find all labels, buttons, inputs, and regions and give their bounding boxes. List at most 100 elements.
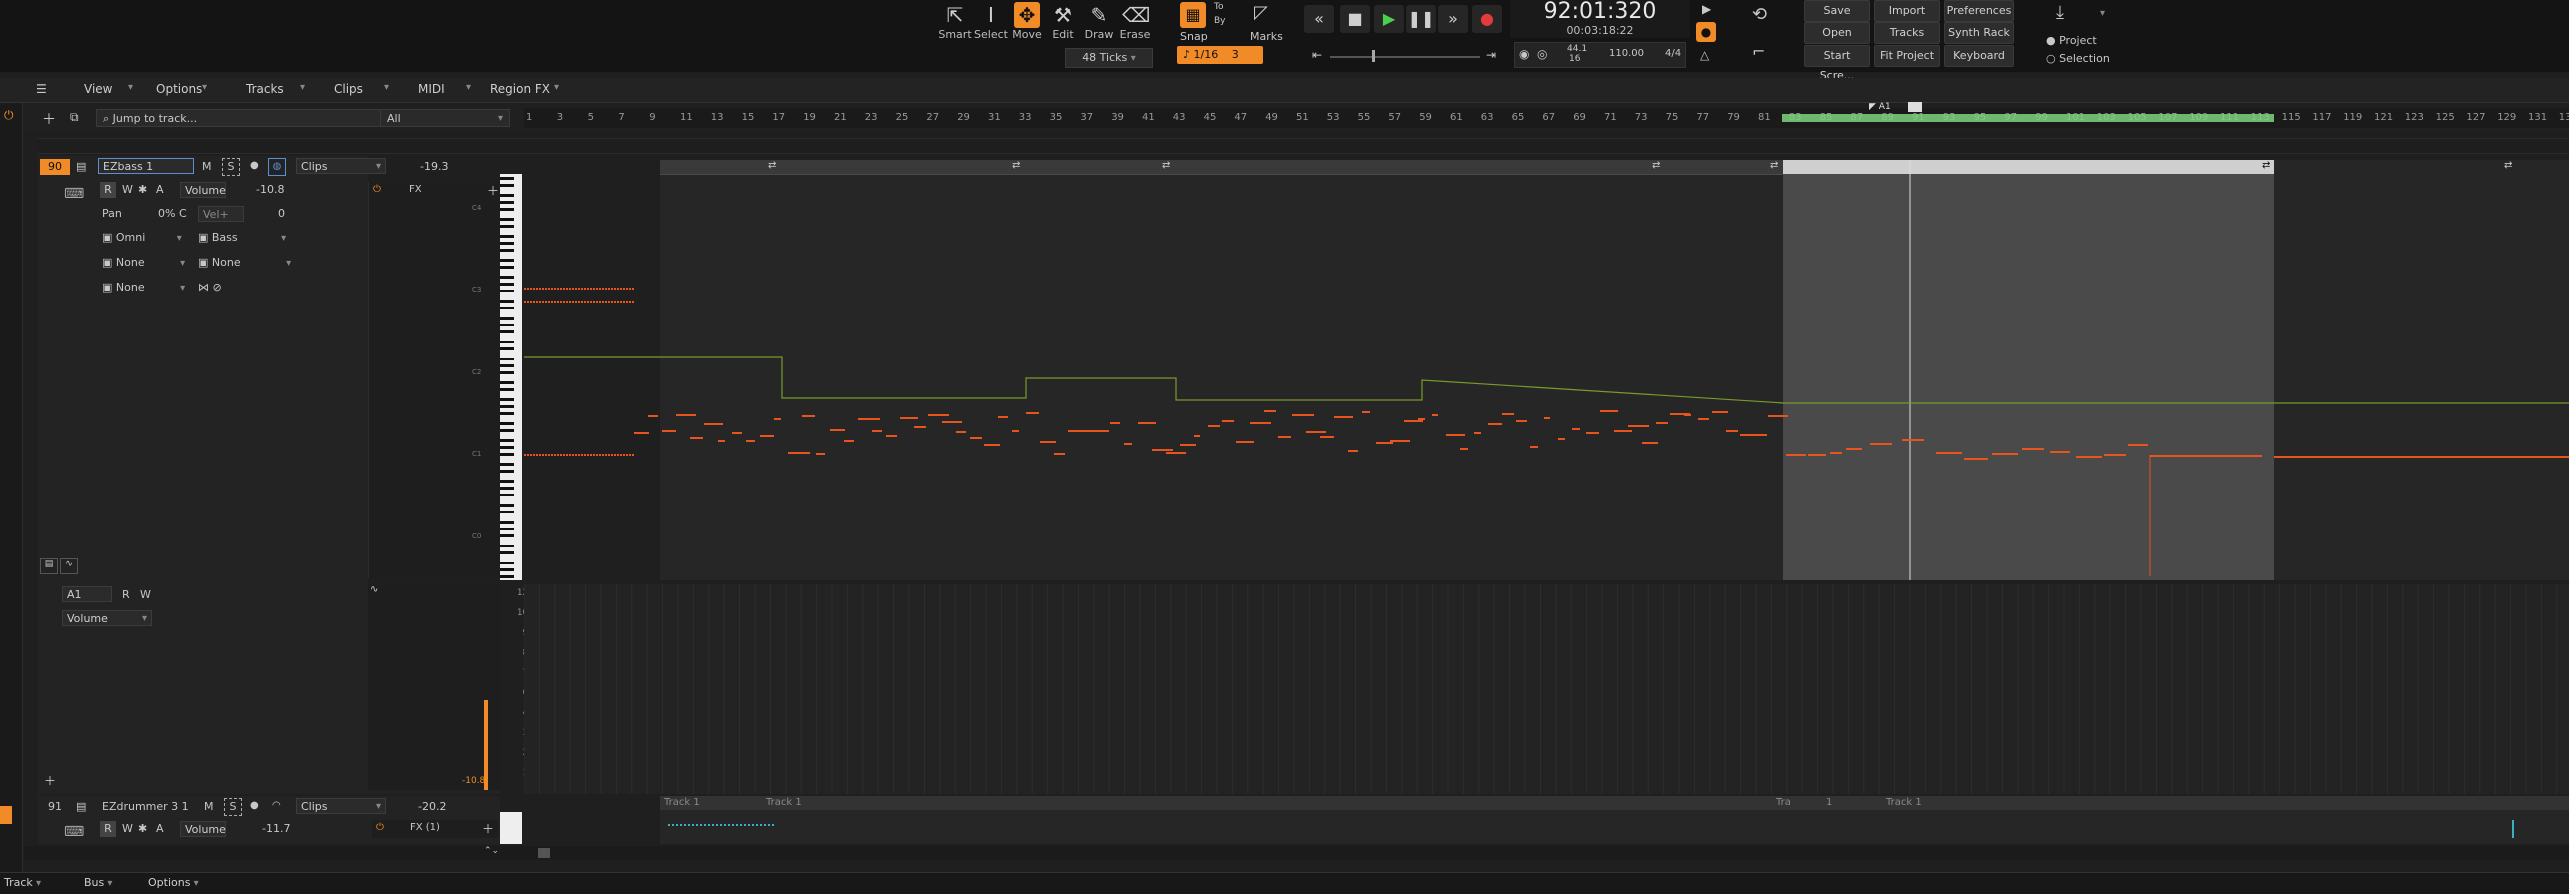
clip-handle-icon[interactable]: ⇄: [1012, 160, 1020, 171]
midi-note[interactable]: [626, 454, 628, 456]
midi-note[interactable]: [634, 432, 649, 434]
midi-note[interactable]: [578, 288, 580, 290]
midi-note[interactable]: [1320, 436, 1334, 438]
midi-note[interactable]: [1138, 422, 1156, 424]
stop-button[interactable]: ■: [1340, 5, 1370, 33]
midi-note[interactable]: [578, 301, 580, 303]
punch-icon[interactable]: ⌐: [1752, 42, 1765, 61]
track2-name[interactable]: EZdrummer 3 1: [102, 800, 189, 813]
piano-black-key[interactable]: [500, 422, 514, 425]
menu-view[interactable]: View: [84, 82, 112, 96]
midi-note[interactable]: [542, 454, 544, 456]
midi-note[interactable]: [1572, 428, 1580, 430]
midi-note[interactable]: [914, 426, 926, 428]
piano-black-key[interactable]: [500, 248, 514, 252]
piano-black-key[interactable]: [500, 486, 514, 490]
midi-note[interactable]: [620, 301, 622, 303]
piano-black-key[interactable]: [500, 575, 514, 578]
patch-tools-icon[interactable]: ⋈ ⊘: [198, 281, 222, 294]
keyboard-button[interactable]: Keyboard: [1944, 45, 2014, 67]
midi-note[interactable]: [760, 435, 774, 437]
automation-a-icon[interactable]: A: [156, 183, 164, 196]
midi-note[interactable]: [1586, 432, 1599, 434]
midi-note[interactable]: [1558, 438, 1565, 440]
clip-handle-icon[interactable]: ⇄: [2262, 160, 2270, 171]
midi-note[interactable]: [614, 288, 616, 290]
midi-note[interactable]: [1656, 422, 1668, 424]
midi-note[interactable]: [542, 301, 544, 303]
piano-black-key[interactable]: [500, 463, 514, 466]
midi-note[interactable]: [984, 444, 1000, 446]
export-icon[interactable]: ⤓: [2056, 2, 2064, 23]
midi-note[interactable]: [593, 301, 595, 303]
input-select[interactable]: ▣ Omni ▾: [102, 231, 182, 244]
midi-note[interactable]: [560, 454, 562, 456]
piano-black-key[interactable]: [500, 201, 514, 204]
midi-note[interactable]: [596, 288, 598, 290]
midi-note[interactable]: [560, 301, 562, 303]
clip-handle-icon[interactable]: ⇄: [1770, 160, 1778, 171]
write-button[interactable]: W: [122, 183, 133, 196]
move-tool[interactable]: ✥ Move: [1010, 2, 1044, 41]
menu-chevron-icon[interactable]: ▾: [466, 82, 471, 93]
arm-icon[interactable]: ●: [250, 160, 259, 171]
track2-automation-a-icon[interactable]: A: [156, 822, 164, 835]
volume-value[interactable]: -10.8: [256, 183, 284, 196]
patch-select[interactable]: ▣ None ▾: [102, 281, 185, 294]
track2-write-button[interactable]: W: [122, 822, 133, 835]
midi-note[interactable]: [533, 454, 535, 456]
midi-note[interactable]: [1642, 442, 1658, 444]
lane-read-button[interactable]: R: [122, 588, 130, 601]
channel-select[interactable]: ▣ None ▾: [102, 256, 185, 269]
play-mode-icon[interactable]: ▶: [1702, 2, 1711, 16]
midi-note[interactable]: [584, 288, 586, 290]
midi-note[interactable]: [632, 454, 634, 456]
play-button[interactable]: ▶: [1374, 5, 1404, 33]
midi-note[interactable]: [1808, 454, 1826, 456]
lane-name-field[interactable]: A1: [62, 586, 112, 602]
midi-note[interactable]: [533, 301, 535, 303]
track2-add-fx-icon[interactable]: ＋: [482, 820, 494, 837]
midi-note[interactable]: [551, 301, 553, 303]
midi-note[interactable]: [704, 423, 723, 425]
menu-tracks[interactable]: Tracks: [246, 82, 284, 96]
midi-note[interactable]: [1040, 441, 1056, 443]
midi-note[interactable]: [560, 288, 562, 290]
fast-forward-button[interactable]: »: [1438, 5, 1468, 33]
midi-note[interactable]: [623, 301, 625, 303]
menu-chevron-icon[interactable]: ▾: [300, 82, 305, 93]
add-lane-icon[interactable]: ＋: [44, 772, 56, 789]
midi-note[interactable]: [530, 301, 532, 303]
track2-read-button[interactable]: R: [100, 821, 116, 837]
midi-note[interactable]: [617, 301, 619, 303]
midi-note[interactable]: [575, 301, 577, 303]
track2-fx-power-icon[interactable]: ⏻: [376, 822, 384, 833]
midi-note[interactable]: [2274, 456, 2569, 458]
midi-note[interactable]: [554, 454, 556, 456]
midi-note[interactable]: [527, 454, 529, 456]
midi-note[interactable]: [530, 454, 532, 456]
midi-note[interactable]: [690, 437, 703, 439]
piano-black-key[interactable]: [500, 323, 514, 327]
piano-black-key[interactable]: [500, 364, 514, 368]
piano-black-key[interactable]: [500, 429, 514, 432]
time-display[interactable]: 92:01:320 00:03:18:22: [1510, 0, 1690, 38]
midi-note[interactable]: [632, 301, 634, 303]
midi-note[interactable]: [970, 437, 982, 439]
ticks-select[interactable]: 48 Ticks ▾: [1065, 48, 1153, 68]
midi-note[interactable]: [605, 301, 607, 303]
midi-note[interactable]: [648, 415, 658, 417]
jump-to-track-input[interactable]: ⌕ Jump to track...: [96, 109, 386, 127]
menu-midi[interactable]: MIDI: [418, 82, 445, 96]
tracks-button[interactable]: Tracks: [1874, 22, 1940, 44]
midi-note[interactable]: [593, 288, 595, 290]
midi-note[interactable]: [545, 288, 547, 290]
piano-black-key[interactable]: [500, 388, 514, 391]
midi-note[interactable]: [632, 288, 634, 290]
midi-note[interactable]: [524, 454, 526, 456]
piano-black-key[interactable]: [500, 177, 514, 181]
piano-black-key[interactable]: [500, 347, 514, 351]
piano-black-key[interactable]: [500, 265, 514, 269]
track2-clip-name[interactable]: Track 1: [664, 797, 700, 808]
midi-note[interactable]: [844, 440, 854, 442]
